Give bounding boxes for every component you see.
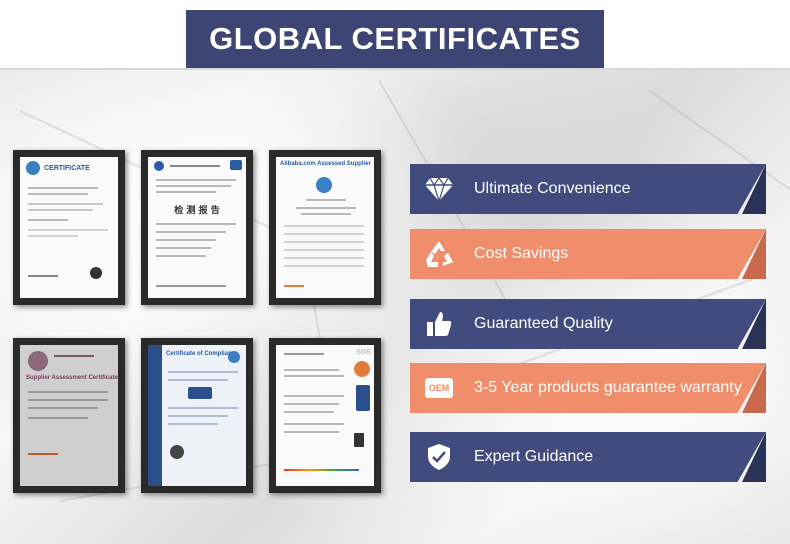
badge-icon [230,160,242,170]
page-title: GLOBAL CERTIFICATES [209,21,581,56]
certificate-heading: Alibaba.com Assessed Supplier [280,161,371,167]
feature-label: Expert Guidance [474,448,594,465]
badge-icon [356,385,370,411]
diamond-icon [415,164,463,214]
ce-mark-icon [170,445,184,459]
title-banner: GLOBAL CERTIFICATES [186,10,604,68]
thumbs-up-icon [415,299,463,349]
feature-banner: Cost Savings [410,229,766,279]
feature-banner: OEM 3-5 Year products guarantee warranty [410,363,766,413]
recycle-icon [415,229,463,279]
certificate-frame: Alibaba.com Assessed Supplier [269,150,381,305]
logo-icon [188,387,212,399]
shield-check-icon [415,432,463,482]
logo-icon [26,161,40,175]
certificate-frame: SGS [269,338,381,493]
feature-label: Ultimate Convenience [474,180,631,197]
qr-code-icon [90,267,102,279]
feature-label: Guaranteed Quality [474,315,613,332]
certificate-heading: SGS [356,349,371,356]
certificate-frame: CERTIFICATE [13,150,125,305]
qr-code-icon [354,433,364,447]
certificate-heading: 检 测 报 告 [174,206,220,216]
certificate-heading: Supplier Assessment Certificate [26,375,118,381]
seal-icon [354,361,370,377]
seal-icon [28,351,48,371]
feature-label: Cost Savings [474,245,569,262]
feature-label: 3-5 Year products guarantee warranty [474,379,742,396]
header: GLOBAL CERTIFICATES [0,0,790,70]
certificate-heading: CERTIFICATE [44,165,90,172]
seal-icon [316,177,332,193]
certificate-frame: Certificate of Compliance [141,338,253,493]
feature-banner: Guaranteed Quality [410,299,766,349]
feature-banner: Expert Guidance [410,432,766,482]
logo-icon [154,161,164,171]
oem-icon: OEM [415,363,463,413]
feature-banner: Ultimate Convenience [410,164,766,214]
certificate-frame: Supplier Assessment Certificate [13,338,125,493]
certificate-frame: 检 测 报 告 [141,150,253,305]
seal-icon [228,351,240,363]
